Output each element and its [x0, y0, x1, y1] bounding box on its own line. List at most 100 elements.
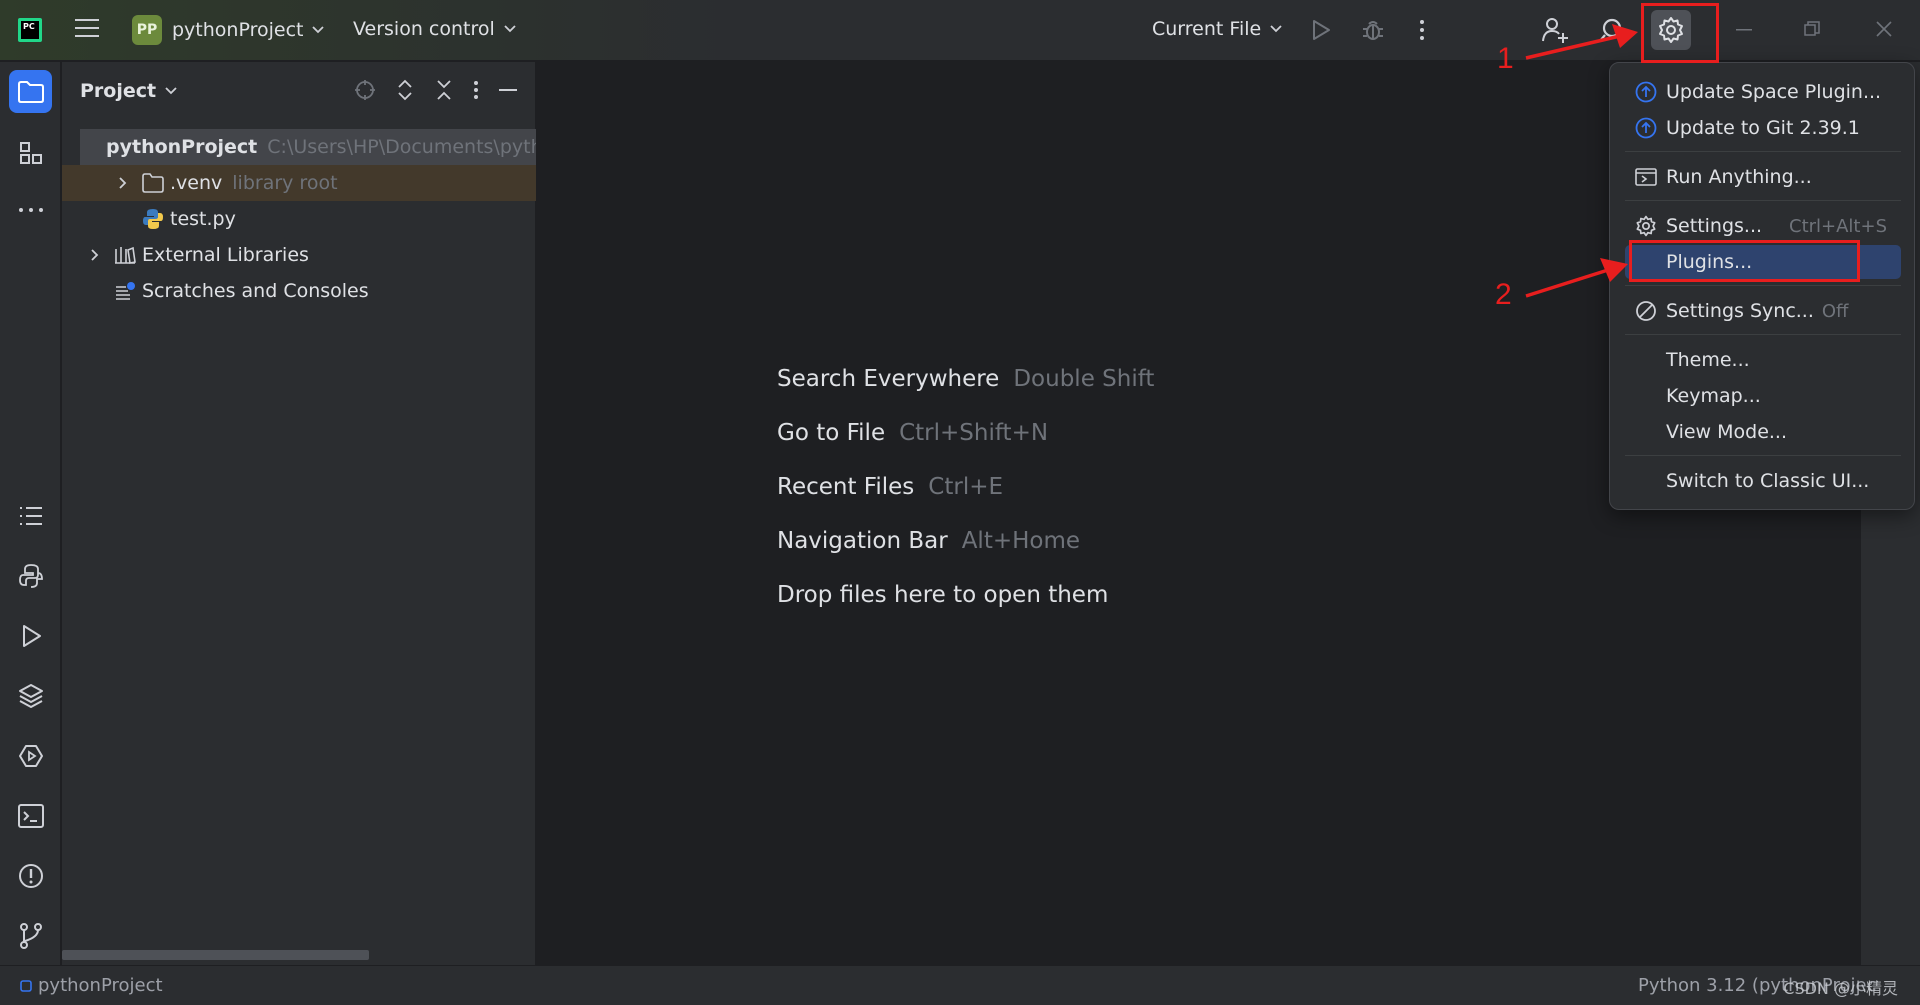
git-tool-button[interactable] — [9, 914, 52, 957]
structure-tool-button[interactable] — [9, 131, 52, 174]
empty-editor-hints: Search Everywhere Double Shift Go to Fil… — [777, 352, 1154, 622]
more-tool-windows-button[interactable] — [9, 188, 52, 231]
structure-icon — [19, 141, 42, 164]
close-icon — [1876, 21, 1892, 37]
menu-item-update-space-plugin[interactable]: Update Space Plugin... — [1625, 75, 1901, 109]
collapse-all-icon[interactable] — [433, 78, 455, 102]
project-switcher[interactable]: PP pythonProject — [132, 15, 325, 45]
hint-go-to-file: Go to File Ctrl+Shift+N — [777, 406, 1154, 460]
hint-shortcut: Alt+Home — [961, 528, 1081, 554]
more-horizontal-icon — [18, 207, 43, 212]
menu-item-run-anything[interactable]: Run Anything... — [1625, 160, 1901, 194]
menu-separator — [1625, 285, 1901, 286]
chevron-right-icon[interactable] — [118, 176, 128, 190]
annotation-box-plugins — [1629, 240, 1860, 282]
problems-tool-button[interactable] — [9, 854, 52, 897]
status-bar: pythonProject Python 3.12 (pythonProject… — [0, 965, 1920, 1005]
library-icon — [115, 246, 136, 264]
annotation-number-2: 2 — [1495, 278, 1512, 311]
tree-node-venv[interactable]: .venv library root — [62, 165, 536, 201]
run-tool-button[interactable] — [9, 614, 52, 657]
more-actions-button[interactable] — [1418, 17, 1426, 43]
python-icon — [18, 563, 43, 588]
main-menu-button[interactable] — [74, 17, 100, 39]
menu-separator — [1625, 455, 1901, 456]
run-anything-icon — [1634, 167, 1658, 187]
menu-item-theme[interactable]: Theme... — [1625, 343, 1901, 377]
menu-item-update-git[interactable]: Update to Git 2.39.1 — [1625, 111, 1901, 145]
run-configuration-selector[interactable]: Current File — [1152, 18, 1283, 40]
tree-node-label: test.py — [170, 208, 236, 230]
list-icon — [19, 506, 42, 525]
hint-shortcut: Ctrl+E — [928, 474, 1004, 500]
branch-icon — [19, 922, 42, 949]
tree-node-label: pythonProject — [106, 136, 258, 158]
expand-all-icon[interactable] — [394, 78, 416, 102]
left-tool-window-bar — [0, 62, 61, 965]
python-console-tool-button[interactable] — [9, 554, 52, 597]
menu-item-status: Off — [1821, 300, 1849, 322]
gear-icon — [1634, 215, 1658, 237]
pycharm-logo-icon: PC — [18, 18, 42, 42]
locate-file-icon[interactable] — [353, 78, 377, 102]
terminal-tool-button[interactable] — [9, 794, 52, 837]
folder-icon — [17, 80, 44, 103]
tree-node-detail: library root — [232, 172, 338, 194]
tree-node-project-root[interactable]: pythonProject C:\Users\HP\Documents\pyth… — [80, 129, 536, 165]
restore-window-button[interactable] — [1804, 21, 1820, 37]
project-badge: PP — [132, 15, 162, 45]
menu-item-label: Settings Sync... — [1666, 300, 1814, 322]
chevron-down-icon — [504, 25, 516, 33]
horizontal-scrollbar[interactable] — [62, 950, 369, 960]
problems-icon — [18, 863, 43, 888]
hide-panel-icon[interactable] — [497, 78, 519, 102]
module-icon — [20, 979, 32, 992]
tree-node-label: Scratches and Consoles — [142, 280, 369, 302]
python-packages-tool-button[interactable] — [9, 674, 52, 717]
more-vertical-icon[interactable] — [472, 78, 480, 102]
tree-node-label: .venv — [170, 172, 223, 194]
tree-node-external-libraries[interactable]: External Libraries — [62, 237, 536, 273]
debug-button[interactable] — [1360, 17, 1386, 43]
bug-icon — [1363, 21, 1383, 40]
hint-drop-files: Drop files here to open them — [777, 568, 1154, 622]
scratches-icon — [116, 282, 135, 300]
hint-action: Recent Files — [777, 474, 915, 500]
run-button[interactable] — [1310, 18, 1332, 42]
more-vertical-icon — [1420, 20, 1424, 40]
project-tool-button[interactable] — [9, 70, 52, 113]
status-project-name: pythonProject — [38, 975, 163, 996]
chevron-right-icon[interactable] — [90, 248, 100, 262]
run-icon — [1313, 20, 1330, 40]
tree-node-scratches[interactable]: Scratches and Consoles — [62, 273, 536, 309]
menu-item-view-mode[interactable]: View Mode... — [1625, 415, 1901, 449]
menu-item-keymap[interactable]: Keymap... — [1625, 379, 1901, 413]
menu-item-label: Update Space Plugin... — [1666, 81, 1882, 103]
menu-item-label: Theme... — [1666, 349, 1750, 371]
hint-search-everywhere: Search Everywhere Double Shift — [777, 352, 1154, 406]
menu-separator — [1625, 151, 1901, 152]
minimize-window-button[interactable] — [1736, 29, 1752, 31]
services-icon — [18, 744, 43, 767]
todo-tool-button[interactable] — [9, 494, 52, 537]
project-view-selector[interactable]: Project — [80, 80, 178, 102]
menu-item-switch-classic-ui[interactable]: Switch to Classic UI... — [1625, 464, 1901, 498]
hint-shortcut: Double Shift — [1013, 366, 1155, 392]
hamburger-icon — [75, 19, 99, 37]
close-window-button[interactable] — [1876, 21, 1892, 37]
python-file-icon — [143, 209, 163, 229]
services-tool-button[interactable] — [9, 734, 52, 777]
panel-title: Project — [80, 80, 157, 102]
panel-toolbar — [353, 78, 519, 102]
menu-item-settings[interactable]: Settings... Ctrl+Alt+S — [1625, 209, 1901, 243]
project-name: pythonProject — [172, 19, 304, 41]
project-tool-window: Project pythonProject C:\Users\HP\Docume… — [62, 62, 536, 965]
version-control-menu[interactable]: Version control — [353, 18, 517, 40]
menu-item-settings-sync[interactable]: Settings Sync... Off — [1625, 294, 1901, 328]
chevron-down-icon — [312, 26, 325, 34]
menu-item-label: Settings... — [1666, 215, 1763, 237]
menu-item-shortcut: Ctrl+Alt+S — [1789, 215, 1887, 237]
status-project-breadcrumb[interactable]: pythonProject — [20, 975, 163, 996]
tree-node-test-py[interactable]: test.py — [62, 201, 536, 237]
menu-item-label: Update to Git 2.39.1 — [1666, 117, 1860, 139]
